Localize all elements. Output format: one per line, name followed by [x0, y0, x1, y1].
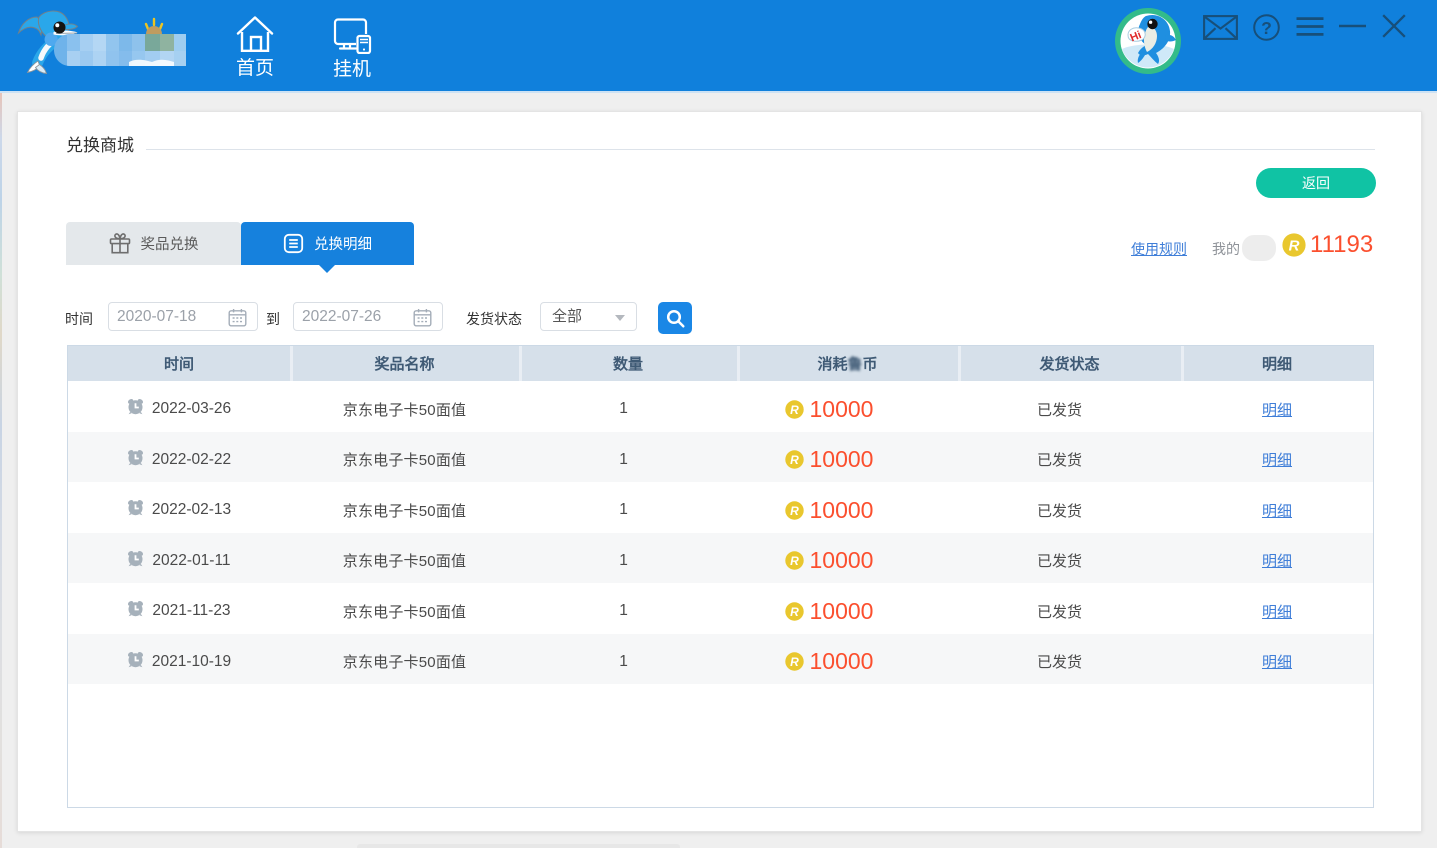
svg-text:R: R — [790, 554, 799, 568]
svg-text:R: R — [790, 403, 799, 417]
svg-text:R: R — [790, 655, 799, 669]
svg-text:?: ? — [1261, 18, 1272, 38]
svg-text:R: R — [1289, 238, 1300, 255]
svg-text:R: R — [790, 504, 799, 518]
svg-text:R: R — [790, 605, 799, 619]
svg-text:R: R — [790, 453, 799, 467]
